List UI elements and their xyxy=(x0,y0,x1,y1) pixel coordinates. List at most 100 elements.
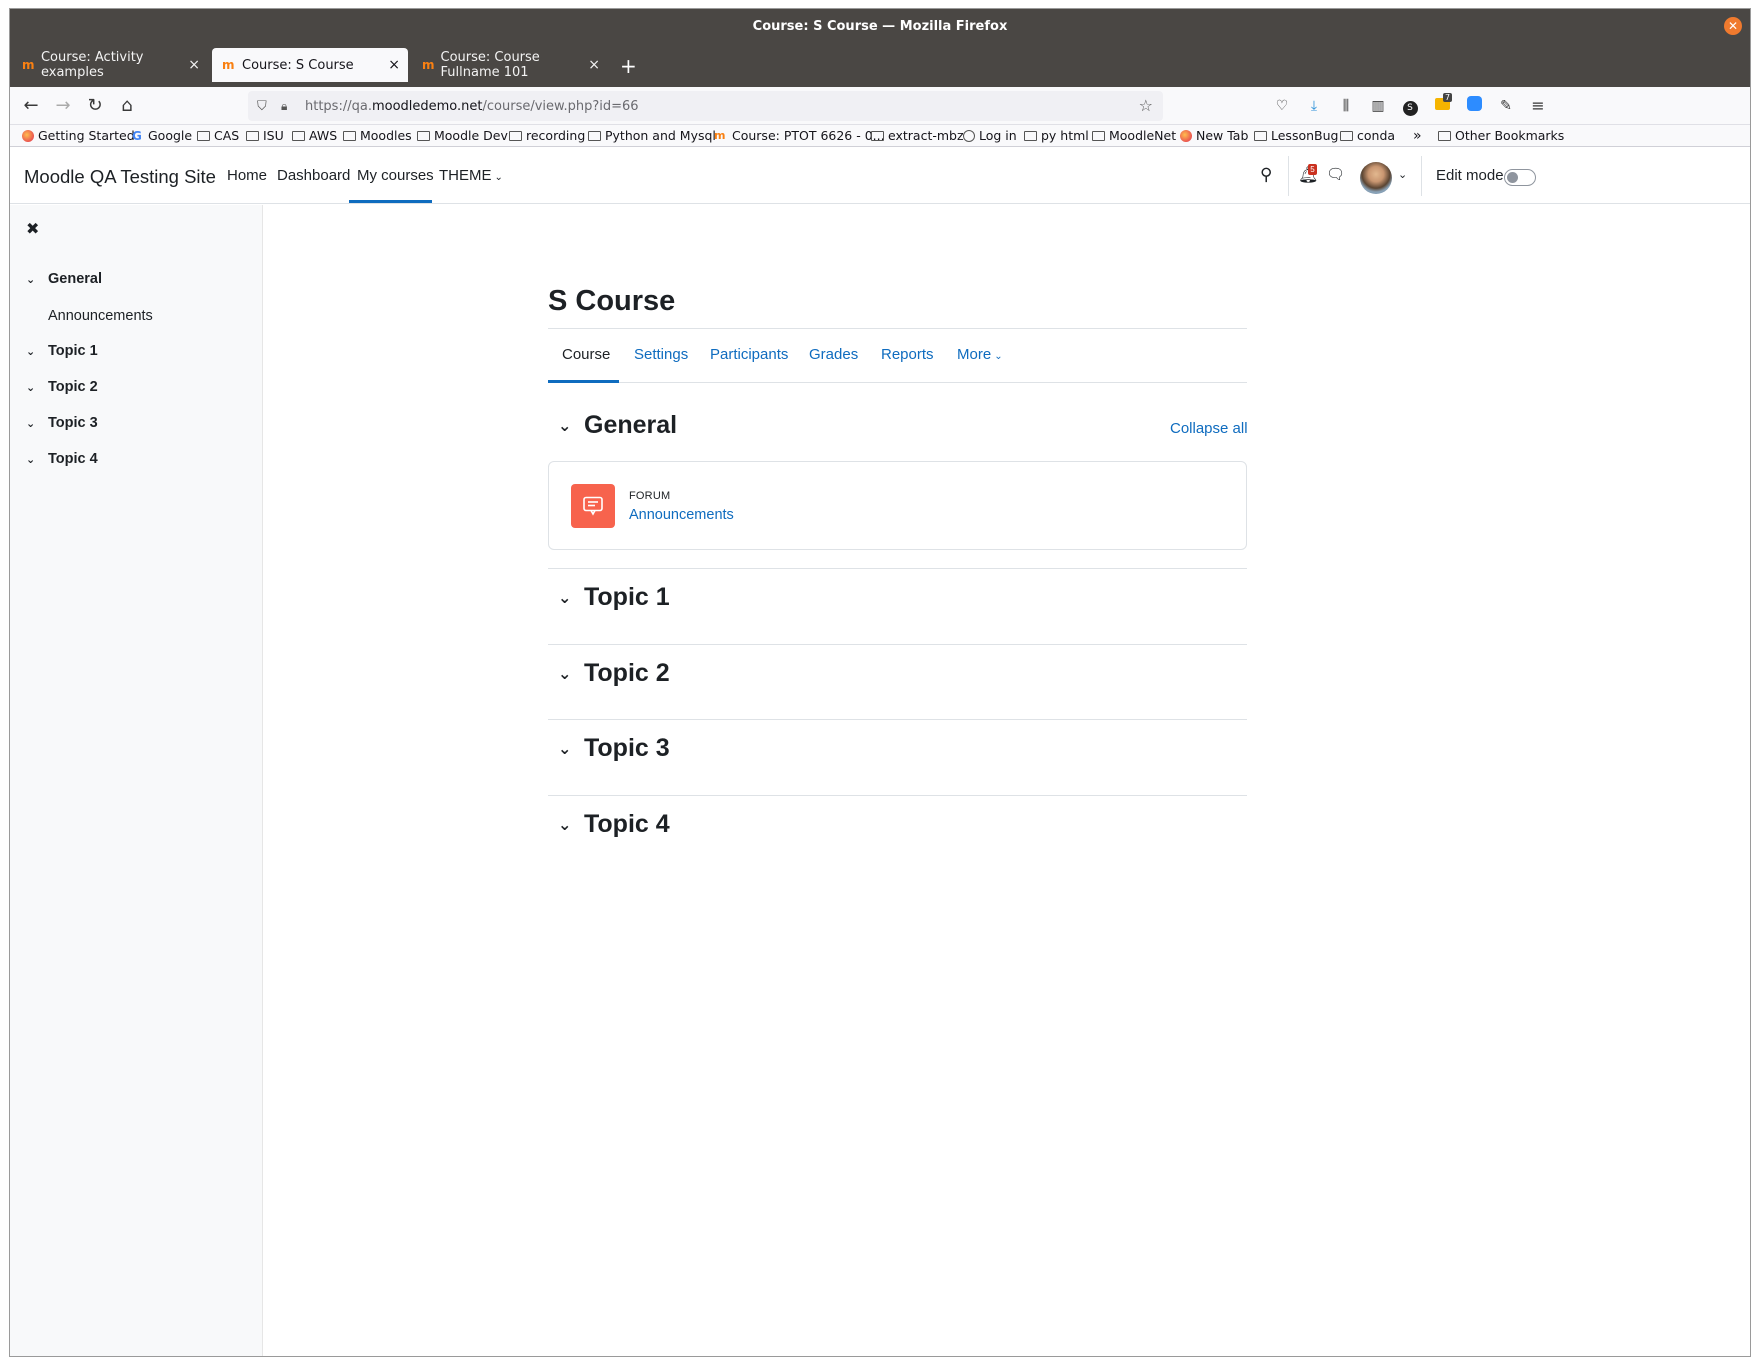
divider xyxy=(1421,156,1422,196)
browser-tab[interactable]: m Course: Course Fullname 101 × xyxy=(412,48,608,82)
folder-icon xyxy=(871,130,884,141)
tab-close-icon[interactable]: × xyxy=(188,57,200,73)
avatar[interactable] xyxy=(1360,162,1392,194)
bookmark-item[interactable]: ISU xyxy=(246,128,284,143)
extension-pen-icon[interactable]: ✎ xyxy=(1496,96,1516,116)
bookmark-item[interactable]: Python and Mysql xyxy=(588,128,716,143)
messages-icon[interactable]: 🗨︎ xyxy=(1326,165,1345,183)
nav-my-courses[interactable]: My courses xyxy=(357,167,434,184)
folder-icon xyxy=(246,130,259,141)
tab-reports[interactable]: Reports xyxy=(881,346,934,363)
bookmark-item[interactable]: Getting Started xyxy=(22,128,135,143)
activity-type-label: FORUM xyxy=(629,490,671,502)
browser-tab[interactable]: m Course: Activity examples × xyxy=(12,48,208,82)
bookmarks-overflow-icon[interactable]: » xyxy=(1413,128,1422,144)
download-icon[interactable]: ⤓ xyxy=(1304,96,1324,116)
tab-close-icon[interactable]: × xyxy=(388,57,400,73)
sidebar-icon[interactable]: ▥ xyxy=(1368,96,1388,116)
lock-icon[interactable]: 🔒︎ xyxy=(281,99,295,114)
tab-participants[interactable]: Participants xyxy=(710,346,788,363)
reload-icon[interactable]: ↻ xyxy=(84,95,106,117)
drawer-section-topic-2[interactable]: ⌄ Topic 2 xyxy=(26,379,98,395)
site-brand[interactable]: Moodle QA Testing Site xyxy=(24,166,216,188)
firefox-icon xyxy=(22,129,34,142)
bookmark-item[interactable]: Moodle Dev xyxy=(417,128,508,143)
tracking-shield-icon[interactable]: ⛉ xyxy=(257,99,271,114)
chevron-down-icon[interactable]: ⌄ xyxy=(26,453,48,466)
extension-s-icon[interactable]: S xyxy=(1400,96,1420,116)
section-header-topic-1[interactable]: ⌄ Topic 1 xyxy=(548,583,670,612)
chevron-down-icon[interactable]: ⌄ xyxy=(26,273,48,286)
back-icon[interactable]: ← xyxy=(20,95,42,117)
search-icon[interactable]: ⚲ xyxy=(1260,165,1272,185)
tab-close-icon[interactable]: × xyxy=(588,57,600,73)
drawer-item-announcements[interactable]: Announcements xyxy=(48,308,153,324)
chevron-down-icon[interactable]: ⌄ xyxy=(548,815,584,834)
bookmark-item[interactable]: extract-mbz xyxy=(871,128,964,143)
zoom-extension-icon[interactable] xyxy=(1464,96,1484,116)
edit-mode-toggle[interactable] xyxy=(1504,169,1536,186)
activity-link[interactable]: Announcements xyxy=(629,507,734,523)
chevron-down-icon[interactable]: ⌄ xyxy=(26,345,48,358)
chevron-down-icon[interactable]: ⌄ xyxy=(548,739,584,758)
chevron-down-icon[interactable]: ⌄ xyxy=(26,381,48,394)
url-text[interactable]: https://qa.moodledemo.net/course/view.ph… xyxy=(305,99,639,114)
nav-home[interactable]: Home xyxy=(227,167,267,184)
page-title: S Course xyxy=(548,285,676,317)
bookmark-item[interactable]: LessonBug xyxy=(1254,128,1338,143)
bookmark-star-icon[interactable]: ☆ xyxy=(1139,96,1153,115)
bookmark-item[interactable]: m Course: PTOT 6626 - 0... xyxy=(714,128,885,143)
url-bar[interactable]: ⛉ 🔒︎ https://qa.moodledemo.net/course/vi… xyxy=(248,91,1163,121)
section-header-general[interactable]: ⌄ General xyxy=(548,411,677,440)
chevron-down-icon: ⌄ xyxy=(994,351,1003,362)
close-drawer-icon[interactable]: ✖ xyxy=(26,219,39,238)
nav-dashboard[interactable]: Dashboard xyxy=(277,167,350,184)
section-header-topic-3[interactable]: ⌄ Topic 3 xyxy=(548,734,670,763)
tab-grades[interactable]: Grades xyxy=(809,346,858,363)
bookmark-item[interactable]: Log in xyxy=(963,128,1017,143)
drawer-section-topic-1[interactable]: ⌄ Topic 1 xyxy=(26,343,98,359)
window-close-icon[interactable]: ✕ xyxy=(1724,17,1742,35)
bookmark-item[interactable]: MoodleNet xyxy=(1092,128,1176,143)
tab-settings[interactable]: Settings xyxy=(634,346,688,363)
browser-tab-label: Course: S Course xyxy=(242,57,354,73)
home-icon[interactable]: ⌂ xyxy=(116,95,138,117)
drawer-section-topic-4[interactable]: ⌄ Topic 4 xyxy=(26,451,98,467)
bookmark-item[interactable]: CAS xyxy=(197,128,239,143)
section-header-topic-4[interactable]: ⌄ Topic 4 xyxy=(548,810,670,839)
section-header-topic-2[interactable]: ⌄ Topic 2 xyxy=(548,659,670,688)
forward-icon[interactable]: → xyxy=(52,95,74,117)
bookmark-item[interactable]: G Google xyxy=(132,128,192,143)
bookmark-item[interactable]: New Tab xyxy=(1180,128,1248,143)
hamburger-menu-icon[interactable]: ≡ xyxy=(1528,96,1548,116)
collapse-all-link[interactable]: Collapse all xyxy=(1170,420,1248,437)
forum-icon[interactable] xyxy=(571,484,615,528)
pocket-icon[interactable]: ♡ xyxy=(1272,96,1292,116)
browser-window: Course: S Course — Mozilla Firefox ✕ m C… xyxy=(9,8,1751,1357)
globe-icon xyxy=(963,129,975,142)
bookmark-item[interactable]: recording xyxy=(509,128,585,143)
bookmark-item[interactable]: Other Bookmarks xyxy=(1438,128,1564,143)
bookmark-item[interactable]: conda xyxy=(1340,128,1395,143)
chevron-down-icon[interactable]: ⌄ xyxy=(548,588,584,607)
drawer-section-general[interactable]: ⌄ General xyxy=(26,271,102,287)
window-titlebar: Course: S Course — Mozilla Firefox ✕ xyxy=(10,9,1750,44)
nav-theme[interactable]: THEME ⌄ xyxy=(439,167,503,184)
bookmark-item[interactable]: py html xyxy=(1024,128,1089,143)
bookmark-item[interactable]: Moodles xyxy=(343,128,412,143)
bookmark-item[interactable]: AWS xyxy=(292,128,337,143)
browser-tab-active[interactable]: m Course: S Course × xyxy=(212,48,408,82)
activity-card: FORUM Announcements xyxy=(548,461,1247,550)
drawer-section-topic-3[interactable]: ⌄ Topic 3 xyxy=(26,415,98,431)
tab-more[interactable]: More ⌄ xyxy=(957,346,1003,363)
chevron-down-icon[interactable]: ⌄ xyxy=(548,416,584,435)
folder-icon xyxy=(343,130,356,141)
extension-folder-icon[interactable]: 7 xyxy=(1432,93,1453,116)
user-menu-chevron-down-icon[interactable]: ⌄ xyxy=(1398,168,1407,181)
library-icon[interactable]: ⫼ xyxy=(1336,96,1356,116)
course-index-drawer: ✖ ⌄ General Announcements ⌄ Topic 1 ⌄ To… xyxy=(10,205,263,1356)
chevron-down-icon[interactable]: ⌄ xyxy=(26,417,48,430)
new-tab-icon[interactable]: + xyxy=(620,54,637,78)
chevron-down-icon[interactable]: ⌄ xyxy=(548,664,584,683)
tab-course[interactable]: Course xyxy=(562,346,610,363)
